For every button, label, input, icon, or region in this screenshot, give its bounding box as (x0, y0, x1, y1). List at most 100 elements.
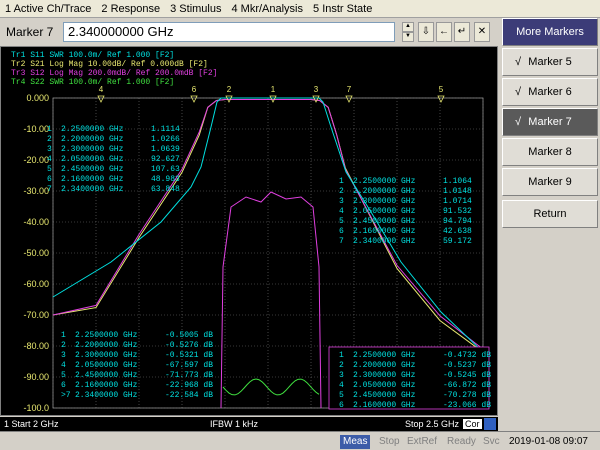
swr-right-row-index: 6 (339, 227, 344, 236)
swr-right-row-value: 59.172 (443, 237, 472, 246)
swr-left-row-freq: 2.1600000 GHz (61, 175, 124, 184)
ready-status: Ready (447, 436, 476, 447)
swr-left-row-value: 92.627 (151, 155, 180, 164)
softkey-marker-5[interactable]: √ Marker 5 (502, 48, 598, 76)
db-right-row-value: -70.278 dB (443, 391, 491, 400)
channel-indicator (484, 418, 496, 430)
swr-left-row-index: 2 (47, 135, 52, 144)
stop-status: Stop (379, 436, 400, 447)
swr-right-row-freq: 2.0500000 GHz (353, 207, 416, 216)
more-markers-title: More Markers (502, 18, 598, 46)
close-entry-button[interactable]: ✕ (474, 22, 490, 42)
swr-left-row-index: 7 (47, 185, 52, 194)
db-right-row-freq: 2.2000000 GHz (353, 361, 416, 370)
check-icon: √ (515, 56, 522, 68)
marker-flag-label: 7 (347, 85, 352, 94)
softkey-marker-6[interactable]: √ Marker 6 (502, 78, 598, 106)
db-left-row-value: -0.5276 dB (165, 341, 213, 350)
db-left-row-index: 1 (61, 331, 66, 340)
db-left-row-index: 4 (61, 361, 66, 370)
softkey-label: Marker 7 (528, 116, 572, 128)
ifbw: IFBW 1 kHz (210, 419, 259, 429)
y-tick-label: -40.00 (23, 217, 49, 227)
marker-flag-label: 1 (271, 85, 276, 94)
swr-right-row-value: 1.1064 (443, 177, 472, 186)
entry-bar: Marker 7 2.340000000 GHz ▲ ▼ ⇩ ← ↵ ✕ (0, 19, 498, 45)
extref-status: ExtRef (407, 436, 438, 447)
db-left-row-index: 2 (61, 341, 66, 350)
softkey-marker-7[interactable]: √ Marker 7 (502, 108, 598, 136)
swr-left-row-index: 5 (47, 165, 52, 174)
swr-left-row-index: 3 (47, 145, 52, 154)
y-tick-label: -70.00 (23, 310, 49, 320)
enter-button[interactable]: ↵ (454, 22, 470, 42)
menu-active-ch-trace[interactable]: 1 Active Ch/Trace (0, 3, 96, 15)
swr-right-row-index: 4 (339, 207, 344, 216)
start-frequency: 1 Start 2 GHz (4, 419, 59, 429)
y-tick-label: 0.000 (26, 93, 49, 103)
softkey-label: Marker 6 (528, 86, 572, 98)
swr-right-row-value: 42.638 (443, 227, 472, 236)
db-left-row-value: -71.773 dB (165, 371, 213, 380)
swr-right-row-value: 1.0148 (443, 187, 472, 196)
db-right-row-freq: 2.4500000 GHz (353, 391, 416, 400)
swr-right-row-value: 94.794 (443, 217, 472, 226)
db-left-row-value: -22.968 dB (165, 381, 213, 390)
menu-instr-state[interactable]: 5 Instr State (308, 3, 377, 15)
swr-right-row-freq: 2.4500000 GHz (353, 217, 416, 226)
chart-canvas: 0.000 -10.00 -20.00 -30.00 -40.00 -50.00 -60.0… (11, 51, 491, 413)
arrow-left-button[interactable]: ← (436, 22, 452, 42)
marker-flag-icon (97, 95, 105, 103)
swr-left-row-value: 1.1114 (151, 125, 180, 134)
trace-s12-zoom (220, 191, 322, 409)
step-down-button[interactable]: ⇩ (418, 22, 434, 42)
db-right-row-freq: 2.2500000 GHz (353, 351, 416, 360)
db-left-row-freq: 2.1600000 GHz (75, 381, 138, 390)
db-right-row-index: 4 (339, 381, 344, 390)
channel-status-row: 1 Start 2 GHz IFBW 1 kHz Stop 2.5 GHz Co… (0, 417, 498, 431)
spin-up-icon[interactable]: ▲ (402, 22, 414, 32)
meas-status: Meas (340, 435, 371, 449)
swr-left-row-index: 1 (47, 125, 52, 134)
menu-stimulus[interactable]: 3 Stimulus (165, 3, 226, 15)
marker-flag-label: 4 (99, 85, 104, 94)
marker-flag-icon (437, 95, 445, 103)
swr-right-row-index: 1 (339, 177, 344, 186)
swr-left-row-value: 1.0266 (151, 135, 180, 144)
db-right-row-index: 5 (339, 391, 344, 400)
swr-right-row-index: 5 (339, 217, 344, 226)
softkey-panel: More Markers √ Marker 5 √ Marker 6 √ Marker… (500, 18, 600, 416)
stop-frequency: Stop 2.5 GHz (405, 419, 460, 429)
y-tick-label: -50.00 (23, 248, 49, 258)
measurement-chart[interactable]: 0.000 -10.00 -20.00 -30.00 -40.00 -50.00 -60.0… (0, 46, 498, 416)
db-right-row-freq: 2.0500000 GHz (353, 381, 416, 390)
frequency-spinner[interactable]: ▲ ▼ (402, 22, 414, 42)
check-icon: √ (515, 116, 522, 128)
db-left-row-freq: 2.2000000 GHz (75, 341, 138, 350)
db-right-row-value: -66.872 dB (443, 381, 491, 390)
menu-response[interactable]: 2 Response (96, 3, 165, 15)
softkey-marker-8[interactable]: Marker 8 (502, 138, 598, 166)
status-bar: Meas Stop ExtRef Ready Svc 2019-01-08 09… (0, 431, 600, 450)
db-left-row-index: 3 (61, 351, 66, 360)
marker-frequency-input[interactable]: 2.340000000 GHz (63, 22, 395, 42)
svc-status: Svc (483, 436, 500, 447)
spin-down-icon[interactable]: ▼ (402, 32, 414, 42)
marker-flag-label: 5 (439, 85, 444, 94)
swr-right-row-index: 3 (339, 197, 344, 206)
db-right-row-value: -0.5237 dB (443, 361, 491, 370)
db-left-row-index: >7 (61, 391, 71, 400)
trace-header-2: Tr2 S21 Log Mag 10.00dB/ Ref 0.000dB [F2… (11, 60, 208, 69)
swr-left-row-freq: 2.3000000 GHz (61, 145, 124, 154)
softkey-marker-9[interactable]: Marker 9 (502, 168, 598, 196)
softkey-label: Marker 8 (528, 146, 572, 158)
entry-label: Marker 7 (6, 25, 54, 39)
menu-mkr-analysis[interactable]: 4 Mkr/Analysis (226, 3, 308, 15)
cor-indicator: Cor (463, 419, 482, 429)
trace-s22 (222, 378, 320, 396)
db-left-row-value: -0.5005 dB (165, 331, 213, 340)
return-button[interactable]: Return (502, 200, 598, 228)
db-right-row-value: -0.5245 dB (443, 371, 491, 380)
y-tick-label: -80.00 (23, 341, 49, 351)
softkey-label: Marker 5 (528, 56, 572, 68)
